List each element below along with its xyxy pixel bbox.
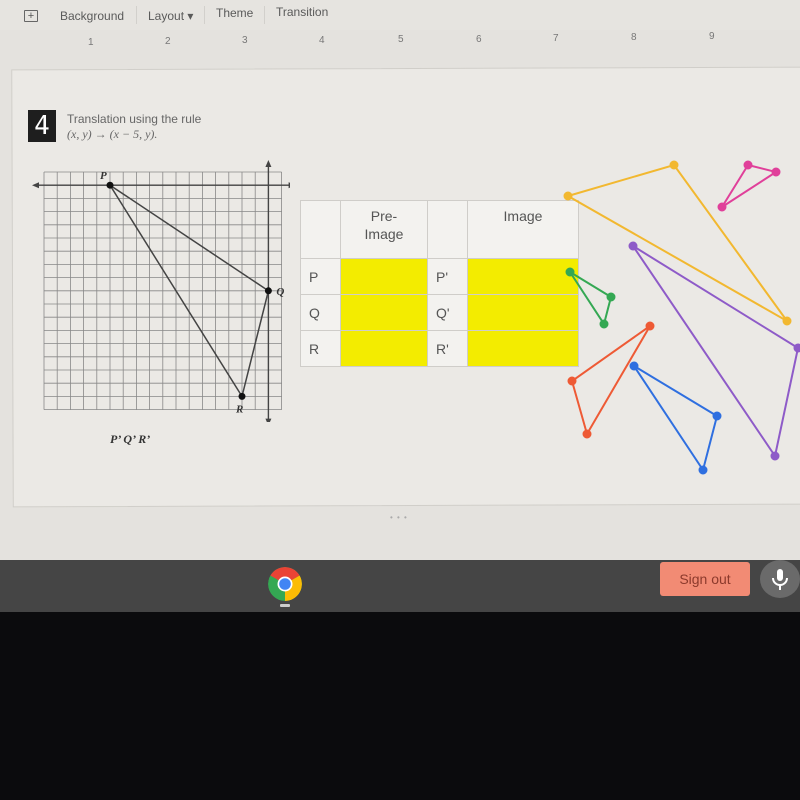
draggable-triangles [563,160,800,475]
vertex-handle[interactable] [712,411,722,421]
vertex-handle[interactable] [782,316,792,326]
vertex-handle[interactable] [629,361,639,371]
vertex-handle[interactable] [771,167,781,177]
vertex-handle[interactable] [698,465,708,475]
vertex-handle[interactable] [743,160,753,170]
vertex-handle[interactable] [717,202,727,212]
speaker-notes-drag-handle[interactable]: • • • [390,513,408,522]
vertex-handle[interactable] [770,451,780,461]
triangle-yellow[interactable] [563,160,792,326]
sign-out-button[interactable]: Sign out [660,562,750,596]
triangle-green[interactable] [565,267,616,329]
chrome-icon[interactable] [268,567,302,601]
vertex-handle[interactable] [669,160,679,170]
vertex-handle[interactable] [563,191,573,201]
vertex-handle[interactable] [606,292,616,302]
vertex-handle[interactable] [565,267,575,277]
slides-editor: + Background Layout ▾ Theme Transition 1… [0,0,800,560]
vertex-handle[interactable] [645,321,655,331]
vertex-handle[interactable] [582,429,592,439]
triangle-orange[interactable] [567,321,655,439]
microphone-icon[interactable] [760,560,800,598]
vertex-handle[interactable] [793,343,800,353]
vertex-handle[interactable] [628,241,638,251]
app-running-indicator [280,604,290,607]
triangle-pink[interactable] [717,160,781,212]
vertex-handle[interactable] [599,319,609,329]
triangle-blue[interactable] [629,361,722,475]
vertex-handle[interactable] [567,376,577,386]
